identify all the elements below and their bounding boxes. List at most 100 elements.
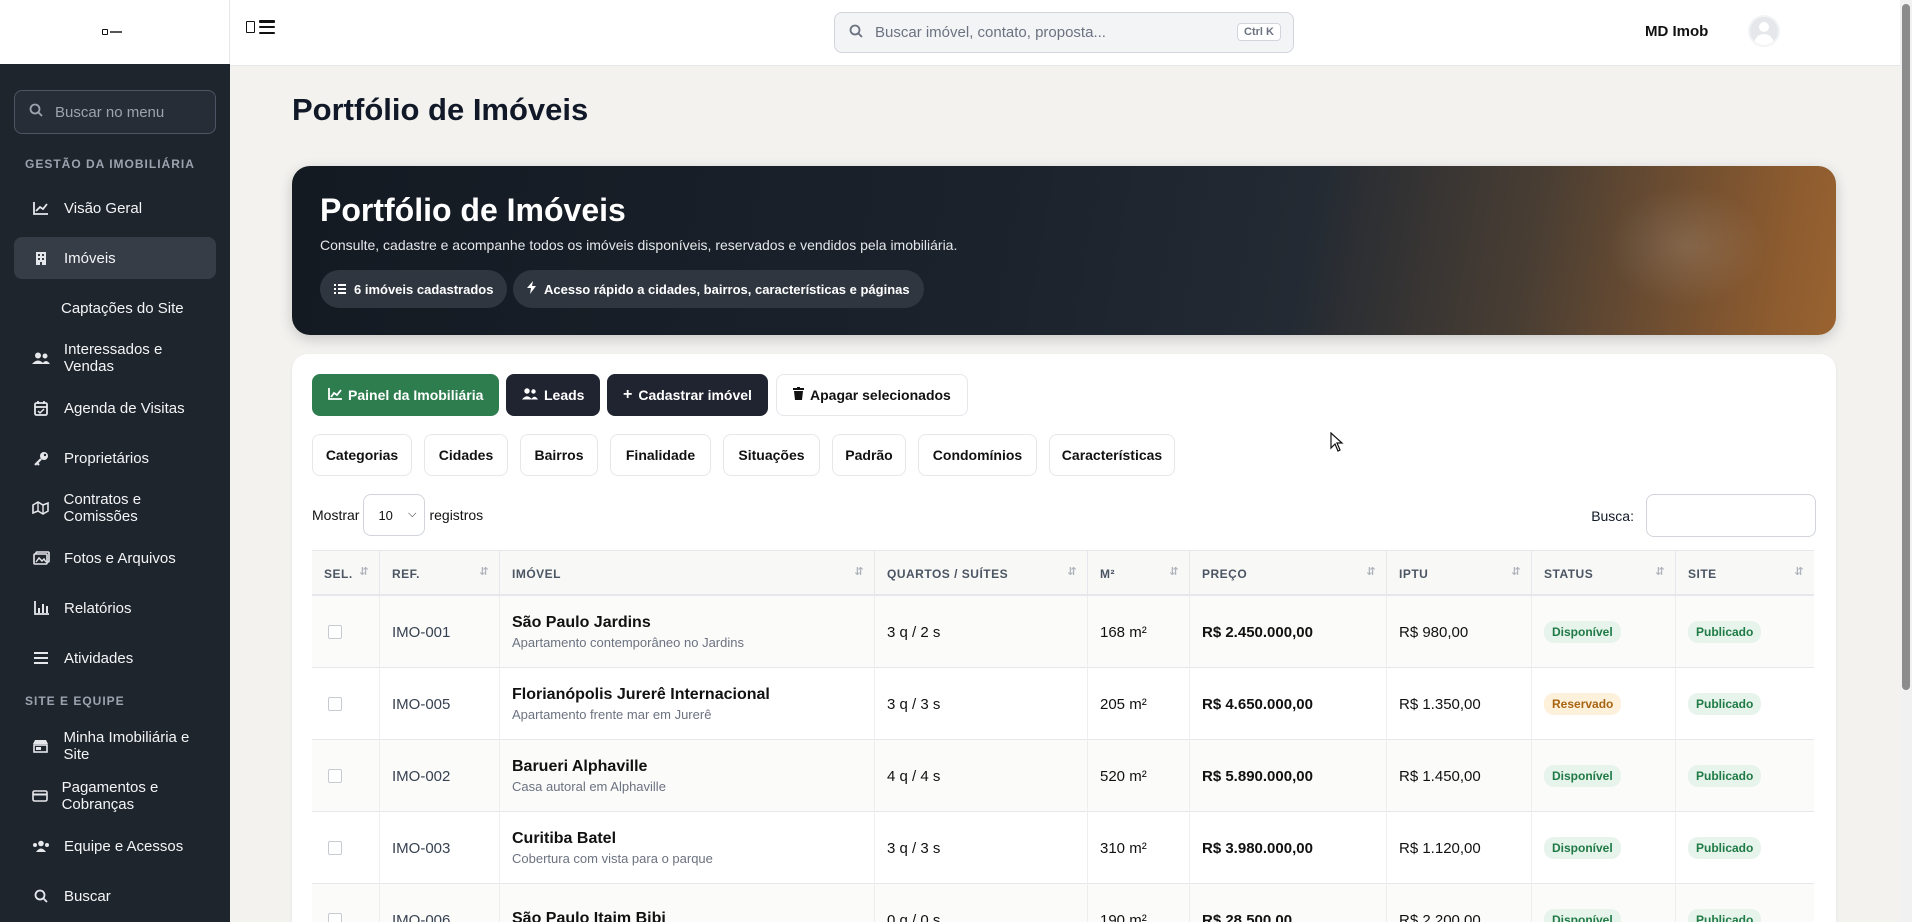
filter-standard[interactable]: Padrão bbox=[832, 434, 906, 476]
page-length-value: 10 bbox=[378, 507, 393, 523]
sidebar-item-overview[interactable]: Visão Geral bbox=[14, 187, 216, 229]
sidebar-item-contracts[interactable]: Contratos e Comissões bbox=[14, 487, 216, 529]
property-iptu: R$ 2.200,00 bbox=[1387, 884, 1532, 922]
column-header-iptu[interactable]: IPTU ⇵ bbox=[1387, 551, 1532, 597]
column-header-ref[interactable]: REF. ⇵ bbox=[380, 551, 500, 597]
sidebar-item-search[interactable]: Buscar bbox=[14, 875, 216, 917]
portfolio-card: Painel da Imobiliária Leads + Cadastrar … bbox=[292, 354, 1836, 922]
leads-button[interactable]: Leads bbox=[506, 374, 601, 416]
scrollbar-thumb[interactable] bbox=[1902, 4, 1910, 690]
site-badge: Publicado bbox=[1688, 909, 1762, 922]
sidebar-item-reports[interactable]: Relatórios bbox=[14, 587, 216, 629]
sidebar-item-my-agency-site[interactable]: Minha Imobiliária e Site bbox=[14, 725, 216, 767]
bolt-icon bbox=[527, 281, 536, 297]
filter-purpose[interactable]: Finalidade bbox=[610, 434, 711, 476]
sidebar-toggle-button[interactable] bbox=[246, 20, 275, 34]
property-rooms: 3 q / 2 s bbox=[875, 596, 1088, 668]
row-checkbox[interactable] bbox=[328, 913, 342, 922]
property-iptu: R$ 1.120,00 bbox=[1387, 812, 1532, 884]
sidebar-item-activities[interactable]: Atividades bbox=[14, 637, 216, 679]
sidebar-item-site-captures[interactable]: Captações do Site bbox=[14, 287, 216, 329]
site-badge: Publicado bbox=[1688, 837, 1762, 859]
menu-search-input[interactable]: Buscar no menu bbox=[14, 90, 216, 134]
page-title: Portfólio de Imóveis bbox=[292, 92, 589, 127]
window-icon bbox=[246, 21, 255, 33]
filter-categories[interactable]: Categorias bbox=[312, 434, 412, 476]
property-title: Florianópolis Jurerê Internacional bbox=[512, 686, 770, 703]
table-search-input[interactable] bbox=[1646, 494, 1816, 537]
section-title-management: GESTÃO DA IMOBILIÁRIA bbox=[25, 157, 195, 171]
property-price: R$ 3.980.000,00 bbox=[1190, 812, 1387, 884]
sidebar-item-label: Visão Geral bbox=[64, 199, 143, 217]
sidebar-item-photos-files[interactable]: Fotos e Arquivos bbox=[14, 537, 216, 579]
sidebar-item-properties[interactable]: Imóveis bbox=[14, 237, 216, 279]
property-area: 205 m² bbox=[1088, 668, 1190, 740]
search-icon bbox=[30, 889, 52, 903]
search-icon bbox=[849, 24, 863, 42]
table-search-label: Busca: bbox=[1591, 507, 1634, 524]
team-icon bbox=[30, 840, 52, 853]
column-header-rooms[interactable]: QUARTOS / SUÍTES ⇵ bbox=[875, 551, 1088, 597]
column-header-area[interactable]: M² ⇵ bbox=[1088, 551, 1190, 597]
images-icon bbox=[30, 551, 52, 565]
sort-icon: ⇵ bbox=[479, 566, 489, 578]
table-row[interactable]: IMO-003 Curitiba Batel Cobertura com vist… bbox=[312, 812, 1814, 884]
sort-icon: ⇵ bbox=[854, 566, 864, 578]
table-row[interactable]: IMO-002 Barueri Alphaville Casa autoral e… bbox=[312, 740, 1814, 812]
page-scrollbar[interactable] bbox=[1900, 0, 1912, 922]
column-header-price[interactable]: PREÇO ⇵ bbox=[1190, 551, 1387, 597]
sidebar-item-payments[interactable]: Pagamentos e Cobranças bbox=[14, 775, 216, 817]
column-header-select[interactable]: SEL. ⇵ bbox=[312, 551, 380, 597]
table-row[interactable]: IMO-001 São Paulo Jardins Apartamento con… bbox=[312, 596, 1814, 668]
chevron-down-icon: ⌵ bbox=[408, 508, 417, 520]
button-label: Leads bbox=[544, 387, 585, 403]
column-header-property[interactable]: IMÓVEL ⇵ bbox=[500, 551, 875, 597]
delete-selected-button[interactable]: Apagar selecionados bbox=[776, 374, 968, 416]
sidebar-item-leads-sales[interactable]: Interessados e Vendas bbox=[14, 337, 216, 379]
column-header-status[interactable]: STATUS ⇵ bbox=[1532, 551, 1676, 597]
property-cell[interactable]: São Paulo Itaim Bibi bbox=[500, 884, 875, 922]
filter-neighborhoods[interactable]: Bairros bbox=[520, 434, 598, 476]
table-row[interactable]: IMO-005 Florianópolis Jurerê Internacion… bbox=[312, 668, 1814, 740]
filter-cities[interactable]: Cidades bbox=[424, 434, 508, 476]
bar-chart-icon bbox=[30, 601, 52, 615]
sort-icon: ⇵ bbox=[1366, 566, 1376, 578]
sidebar-item-label: Fotos e Arquivos bbox=[64, 549, 176, 567]
page-length-select[interactable]: 10 ⌵ bbox=[363, 494, 426, 536]
property-area: 190 m² bbox=[1088, 884, 1190, 922]
row-checkbox[interactable] bbox=[328, 769, 342, 783]
mouse-cursor-icon bbox=[1330, 432, 1344, 452]
avatar[interactable] bbox=[1748, 15, 1780, 47]
contract-icon bbox=[30, 501, 52, 515]
logo[interactable] bbox=[0, 0, 230, 64]
agency-name[interactable]: MD Imob bbox=[1645, 23, 1708, 40]
property-cell[interactable]: Barueri Alphaville Casa autoral em Alphav… bbox=[500, 740, 875, 812]
global-search-input[interactable]: Buscar imóvel, contato, proposta... Ctrl… bbox=[834, 12, 1294, 53]
property-price: R$ 5.890.000,00 bbox=[1190, 740, 1387, 812]
row-checkbox[interactable] bbox=[328, 841, 342, 855]
table-row[interactable]: IMO-006 São Paulo Itaim Bibi 0 q / 0 s 1… bbox=[312, 884, 1814, 922]
row-checkbox[interactable] bbox=[328, 697, 342, 711]
sidebar-item-team-access[interactable]: Equipe e Acessos bbox=[14, 825, 216, 867]
sidebar-item-visits-calendar[interactable]: Agenda de Visitas bbox=[14, 387, 216, 429]
sort-icon: ⇵ bbox=[1169, 566, 1179, 578]
property-price: R$ 28.500,00 bbox=[1190, 884, 1387, 922]
filter-situations[interactable]: Situações bbox=[723, 434, 820, 476]
property-cell[interactable]: Curitiba Batel Cobertura com vista para o… bbox=[500, 812, 875, 884]
property-price: R$ 2.450.000,00 bbox=[1190, 596, 1387, 668]
filter-features[interactable]: Características bbox=[1049, 434, 1175, 476]
property-cell[interactable]: São Paulo Jardins Apartamento contemporân… bbox=[500, 596, 875, 668]
sidebar-item-label: Imóveis bbox=[64, 249, 116, 267]
filter-condominiums[interactable]: Condomínios bbox=[918, 434, 1037, 476]
add-property-button[interactable]: + Cadastrar imóvel bbox=[607, 374, 768, 416]
property-title: São Paulo Jardins bbox=[512, 614, 651, 631]
property-ref: IMO-006 bbox=[380, 884, 500, 922]
site-badge: Publicado bbox=[1688, 621, 1762, 643]
status-badge: Disponível bbox=[1544, 837, 1621, 859]
row-checkbox[interactable] bbox=[328, 625, 342, 639]
sidebar-item-label: Agenda de Visitas bbox=[64, 399, 185, 417]
property-cell[interactable]: Florianópolis Jurerê Internacional Aparta… bbox=[500, 668, 875, 740]
column-header-site[interactable]: SITE ⇵ bbox=[1676, 551, 1814, 597]
agency-panel-button[interactable]: Painel da Imobiliária bbox=[312, 374, 500, 416]
sidebar-item-owners[interactable]: Proprietários bbox=[14, 437, 216, 479]
